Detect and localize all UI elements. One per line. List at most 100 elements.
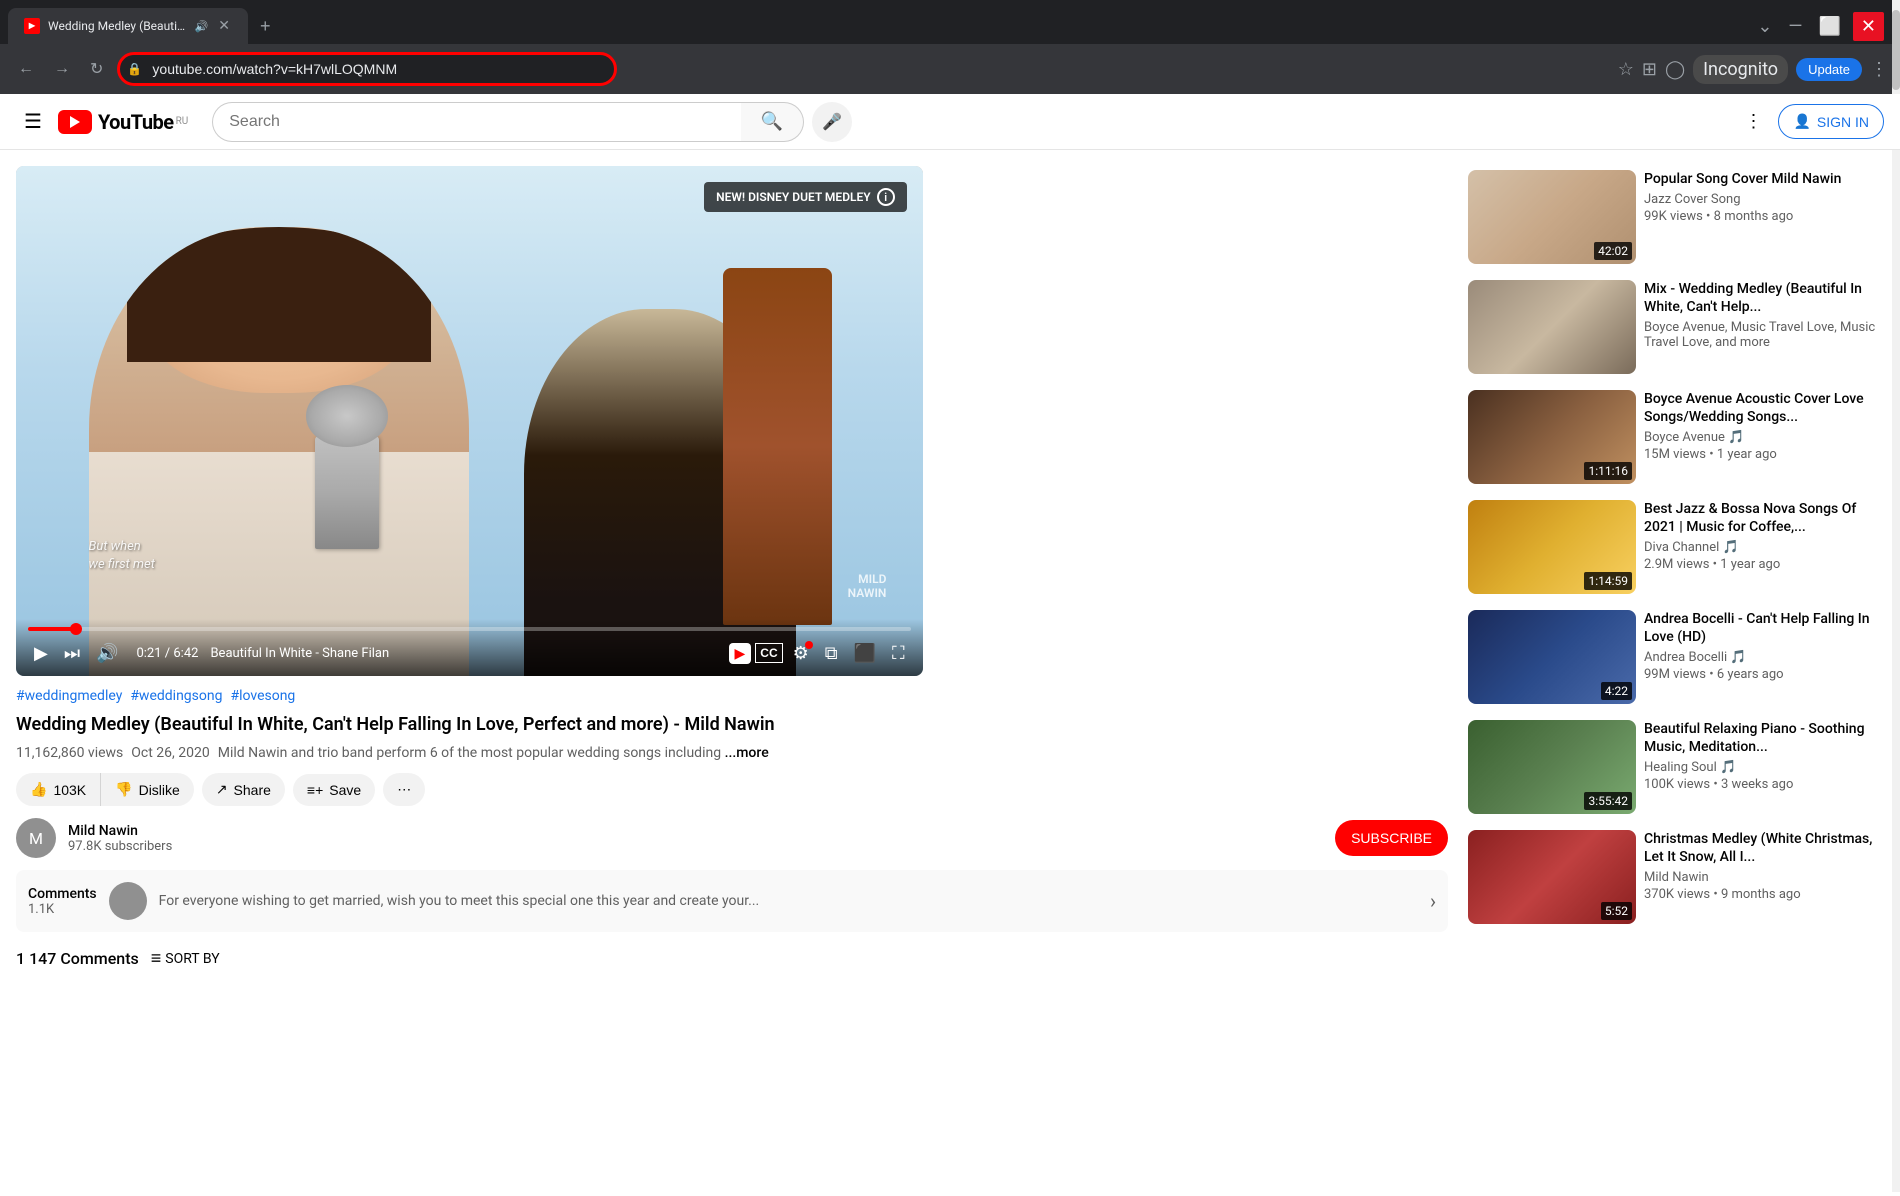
search-button[interactable]: 🔍 bbox=[741, 102, 804, 142]
update-button[interactable]: Update bbox=[1796, 58, 1862, 81]
sidebar-video-stats: 99K views • 8 months ago bbox=[1644, 209, 1880, 224]
sidebar-video-info: Andrea Bocelli - Can't Help Falling In L… bbox=[1644, 610, 1880, 704]
video-scene: But when we first met MILD NAWIN bbox=[16, 166, 923, 676]
new-tab-button[interactable]: + bbox=[252, 12, 279, 41]
hashtag-weddingmedley[interactable]: #weddingmedley bbox=[16, 688, 122, 704]
video-duration: 3:55:42 bbox=[1584, 792, 1632, 810]
comment-preview-text: For everyone wishing to get married, wis… bbox=[159, 893, 1418, 909]
sidebar-video-info: Popular Song Cover Mild Nawin Jazz Cover… bbox=[1644, 170, 1880, 264]
video-watermark: MILD NAWIN bbox=[848, 572, 887, 600]
active-tab[interactable]: ▶ Wedding Medley (Beautiful ... 🔊 ✕ bbox=[8, 8, 248, 44]
youtube-logo[interactable]: YouTube RU bbox=[58, 110, 188, 134]
search-input[interactable] bbox=[212, 102, 741, 142]
sidebar-channel-name: Andrea Bocelli 🎵 bbox=[1644, 650, 1880, 665]
miniplayer-button[interactable]: ⧉ bbox=[819, 639, 844, 668]
comments-label: Comments bbox=[28, 886, 97, 902]
expand-down-icon[interactable]: ⌄ bbox=[1753, 12, 1776, 41]
dislike-icon: 👎 bbox=[115, 781, 132, 798]
comments-section-header: 1 147 Comments ≡ SORT BY bbox=[16, 948, 1448, 969]
sidebar-video-title: Best Jazz & Bossa Nova Songs Of 2021 | M… bbox=[1644, 500, 1880, 536]
hamburger-menu-button[interactable]: ☰ bbox=[16, 101, 50, 142]
hashtag-lovesong[interactable]: #lovesong bbox=[230, 688, 295, 704]
share-label: Share bbox=[234, 782, 271, 798]
volume-button[interactable]: 🔊 bbox=[90, 639, 124, 668]
save-button[interactable]: ≡+ Save bbox=[293, 774, 375, 806]
close-button[interactable]: ✕ bbox=[1853, 12, 1884, 41]
video-text-overlay: But when we first met bbox=[89, 538, 155, 574]
video-duration: 1:14:59 bbox=[1584, 572, 1632, 590]
next-button[interactable]: ⏭ bbox=[58, 639, 86, 668]
youtube-page: ☰ YouTube RU 🔍 🎤 ⋮ 👤 SIGN IN bbox=[0, 94, 1900, 1196]
comments-preview[interactable]: Comments 1.1K For everyone wishing to ge… bbox=[16, 870, 1448, 932]
controls-right: ▶ CC ⚙ ⧉ ⬛ ⛶ bbox=[729, 639, 911, 668]
tab-close-button[interactable]: ✕ bbox=[216, 16, 232, 36]
fullscreen-button[interactable]: ⛶ bbox=[886, 639, 911, 668]
browser-toolbar: ← → ↻ 🔒 ☆ ⊞ ◯ Incognito Update ⋮ bbox=[0, 44, 1900, 94]
sidebar-thumb: 5:52 bbox=[1468, 830, 1636, 924]
settings-notification-dot bbox=[805, 641, 813, 649]
address-bar[interactable] bbox=[117, 52, 617, 86]
subscribe-button[interactable]: SUBSCRIBE bbox=[1335, 820, 1448, 856]
progress-bar[interactable] bbox=[28, 627, 911, 631]
bookmark-star-icon[interactable]: ☆ bbox=[1618, 59, 1634, 80]
sort-icon: ≡ bbox=[151, 948, 162, 969]
sidebar: 42:02 Popular Song Cover Mild Nawin Jazz… bbox=[1464, 166, 1884, 969]
video-duration: 5:52 bbox=[1601, 902, 1632, 920]
sidebar-video-card[interactable]: 5:52 Christmas Medley (White Christmas, … bbox=[1464, 826, 1884, 928]
hashtag-weddingsong[interactable]: #weddingsong bbox=[130, 688, 222, 704]
sidebar-video-title: Andrea Bocelli - Can't Help Falling In L… bbox=[1644, 610, 1880, 646]
voice-search-button[interactable]: 🎤 bbox=[812, 102, 852, 142]
like-count: 103K bbox=[53, 782, 86, 798]
video-duration: 1:11:16 bbox=[1584, 462, 1632, 480]
scrollbar[interactable] bbox=[1892, 0, 1900, 1192]
video-player[interactable]: But when we first met MILD NAWIN NEW! DI… bbox=[16, 166, 923, 676]
sidebar-video-card[interactable]: 1:11:16 Boyce Avenue Acoustic Cover Love… bbox=[1464, 386, 1884, 488]
save-icon: ≡+ bbox=[307, 782, 323, 798]
sidebar-video-card[interactable]: Mix - Wedding Medley (Beautiful In White… bbox=[1464, 276, 1884, 378]
sort-by-button[interactable]: ≡ SORT BY bbox=[151, 948, 220, 969]
channel-subscribers: 97.8K subscribers bbox=[68, 839, 1323, 854]
profile-icon[interactable]: ◯ bbox=[1665, 59, 1685, 80]
channel-name[interactable]: Mild Nawin bbox=[68, 823, 1323, 839]
sign-in-button[interactable]: 👤 SIGN IN bbox=[1778, 104, 1884, 139]
dislike-button[interactable]: 👎 Dislike bbox=[100, 773, 194, 806]
main-content: But when we first met MILD NAWIN NEW! DI… bbox=[0, 150, 1900, 985]
share-button[interactable]: ↗ Share bbox=[202, 773, 285, 806]
hashtags-row: #weddingmedley #weddingsong #lovesong bbox=[16, 688, 1448, 704]
settings-wrapper: ⚙ bbox=[787, 639, 815, 668]
sidebar-thumb: 4:22 bbox=[1468, 610, 1636, 704]
more-link[interactable]: ...more bbox=[725, 745, 769, 761]
comment-expand-arrow: › bbox=[1430, 889, 1436, 913]
comment-avatar bbox=[109, 882, 147, 920]
sidebar-channel-name: Boyce Avenue, Music Travel Love, Music T… bbox=[1644, 320, 1880, 350]
customize-icon[interactable]: ⊞ bbox=[1642, 59, 1657, 80]
minimize-button[interactable]: — bbox=[1784, 12, 1806, 41]
theater-button[interactable]: ⬛ bbox=[848, 639, 882, 668]
sign-in-label: SIGN IN bbox=[1817, 114, 1869, 130]
sidebar-video-title: Beautiful Relaxing Piano - Soothing Musi… bbox=[1644, 720, 1880, 756]
scrollbar-thumb[interactable] bbox=[1892, 10, 1900, 90]
back-button[interactable]: ← bbox=[12, 56, 40, 82]
sidebar-video-card[interactable]: 4:22 Andrea Bocelli - Can't Help Falling… bbox=[1464, 606, 1884, 708]
video-duration: 4:22 bbox=[1601, 682, 1632, 700]
sidebar-video-card[interactable]: 3:55:42 Beautiful Relaxing Piano - Sooth… bbox=[1464, 716, 1884, 818]
like-icon: 👍 bbox=[30, 781, 47, 798]
maximize-button[interactable]: ⬜ bbox=[1814, 12, 1844, 41]
sidebar-video-stats: 2.9M views • 1 year ago bbox=[1644, 557, 1880, 572]
play-button[interactable]: ▶ bbox=[28, 639, 54, 668]
yt-logo-btn[interactable]: ▶ bbox=[729, 643, 752, 664]
more-actions-button[interactable]: ⋯ bbox=[383, 773, 425, 806]
refresh-button[interactable]: ↻ bbox=[84, 55, 109, 83]
tab-bar: ▶ Wedding Medley (Beautiful ... 🔊 ✕ + ⌄ … bbox=[0, 0, 1900, 44]
more-options-button[interactable]: ⋮ bbox=[1736, 103, 1770, 140]
channel-info: Mild Nawin 97.8K subscribers bbox=[68, 823, 1323, 854]
forward-button[interactable]: → bbox=[48, 56, 76, 82]
tab-title: Wedding Medley (Beautiful ... bbox=[48, 19, 187, 33]
like-button[interactable]: 👍 103K bbox=[16, 773, 100, 806]
sidebar-video-card[interactable]: 42:02 Popular Song Cover Mild Nawin Jazz… bbox=[1464, 166, 1884, 268]
sidebar-video-card[interactable]: 1:14:59 Best Jazz & Bossa Nova Songs Of … bbox=[1464, 496, 1884, 598]
update-more-icon[interactable]: ⋮ bbox=[1870, 59, 1888, 80]
lock-icon: 🔒 bbox=[127, 62, 142, 76]
disney-info-icon[interactable]: i bbox=[877, 188, 895, 206]
subtitles-button[interactable]: CC bbox=[755, 643, 782, 663]
